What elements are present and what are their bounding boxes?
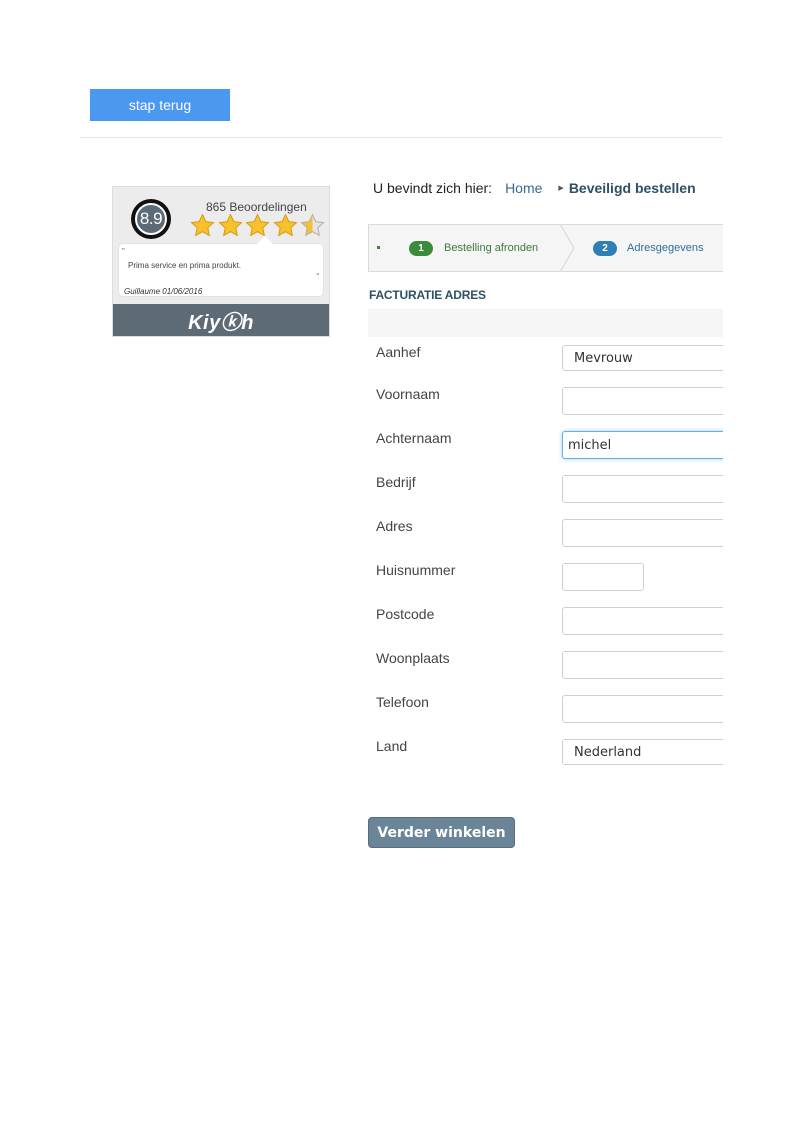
step-2-label: Adresgegevens: [627, 242, 704, 254]
step-2-badge: 2: [593, 241, 617, 256]
achternaam-field[interactable]: michel: [562, 431, 728, 459]
section-band: [368, 309, 723, 337]
quote-open-mark: „: [122, 242, 125, 251]
adres-label: Adres: [376, 518, 413, 534]
adres-field[interactable]: [562, 519, 728, 547]
kiyoh-brand-bar[interactable]: Kiyⓚh: [113, 304, 329, 336]
score-value: 8.9: [135, 203, 167, 235]
voornaam-field[interactable]: [562, 387, 728, 415]
continue-shopping-button[interactable]: Verder winkelen: [368, 817, 515, 848]
aanhef-select[interactable]: Mevrouw: [562, 345, 728, 371]
review-text: Prima service en prima produkt.: [128, 261, 241, 270]
viewport-clip: [723, 137, 793, 837]
land-value: Nederland: [574, 744, 642, 760]
aanhef-value: Mevrouw: [574, 350, 633, 366]
woonplaats-label: Woonplaats: [376, 650, 450, 666]
postcode-label: Postcode: [376, 606, 435, 622]
back-button[interactable]: stap terug: [90, 89, 230, 121]
telefoon-label: Telefoon: [376, 694, 429, 710]
step-1-label[interactable]: Bestelling afronden: [444, 242, 538, 254]
postcode-field[interactable]: [562, 607, 728, 635]
breadcrumb-home-link[interactable]: Home: [505, 180, 542, 196]
review-count: 865 Beoordelingen: [206, 200, 307, 214]
star-icon: [217, 213, 243, 237]
step-1-badge: 1: [409, 241, 433, 256]
page: stap terug 8.9 865 Beoordelingen „ Prima…: [0, 0, 793, 1122]
checkout-steps: 1 Bestelling afronden 2 Adresgegevens: [368, 224, 728, 272]
bedrijf-field[interactable]: [562, 475, 728, 503]
land-select[interactable]: Nederland: [562, 739, 728, 765]
divider: [80, 137, 722, 138]
achternaam-label: Achternaam: [376, 430, 452, 446]
star-icon: [245, 213, 270, 237]
caret-right-icon: ▶: [558, 185, 564, 192]
land-label: Land: [376, 738, 408, 754]
rating-stars: [189, 213, 327, 238]
aanhef-label: Aanhef: [376, 344, 421, 360]
half-star-icon: [300, 213, 325, 237]
telefoon-field[interactable]: [562, 695, 728, 723]
kiyoh-review-widget[interactable]: 8.9 865 Beoordelingen „ Prima service en…: [112, 186, 330, 337]
breadcrumb-prefix: U bevindt zich hier:: [373, 180, 493, 196]
section-title: FACTURATIE ADRES: [369, 288, 486, 302]
bedrijf-label: Bedrijf: [376, 474, 416, 490]
step-separator-icon: [560, 225, 575, 271]
star-icon: [272, 213, 298, 237]
huisnummer-label: Huisnummer: [376, 562, 456, 578]
huisnummer-field[interactable]: [562, 563, 644, 591]
voornaam-label: Voornaam: [376, 386, 440, 402]
score-badge: 8.9: [131, 199, 171, 239]
breadcrumb-current: Beveiligd bestellen: [568, 180, 696, 196]
star-icon: [190, 213, 215, 237]
kiyoh-logo: Kiyⓚh: [188, 311, 254, 334]
bullet-icon: [377, 246, 380, 249]
woonplaats-field[interactable]: [562, 651, 728, 679]
breadcrumb: U bevindt zich hier: Home ▶ Beveiligd be…: [373, 180, 696, 196]
quote-close-mark: “: [316, 272, 319, 281]
review-author: Guillaume 01/06/2016: [124, 287, 203, 296]
